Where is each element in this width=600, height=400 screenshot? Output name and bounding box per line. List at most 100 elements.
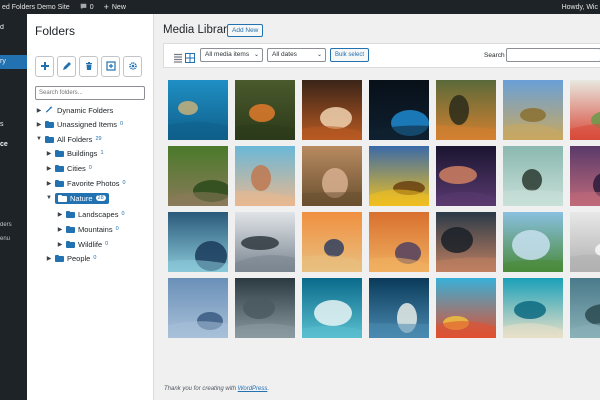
caret-right-icon[interactable]: ▶ — [46, 150, 52, 157]
folder-settings-button[interactable] — [123, 56, 142, 77]
folder-nature[interactable]: ▼ Nature 28 — [46, 192, 109, 204]
media-thumbnail-white-misc[interactable] — [570, 212, 600, 272]
media-toolbar: All media items ⌄ All dates ⌄ Bulk selec… — [163, 43, 600, 68]
new-content-link[interactable]: + New — [99, 1, 131, 12]
folder-icon — [55, 164, 64, 172]
media-thumbnail-hot-air-balloons[interactable] — [436, 278, 496, 338]
folder-toolbar — [35, 56, 142, 77]
wordpress-link[interactable]: WordPress — [238, 386, 268, 392]
caret-down-icon[interactable]: ▼ — [36, 136, 42, 142]
folder-dynamic-folders[interactable]: ▶ Dynamic Folders — [36, 104, 114, 116]
media-thumbnail-mountain-valley[interactable] — [503, 80, 563, 140]
media-thumbnail-sea-turtle[interactable] — [168, 80, 228, 140]
folder-cities[interactable]: ▶ Cities 0 — [46, 162, 92, 174]
folder-count: 0 — [105, 241, 109, 247]
media-thumbnail-elephant[interactable] — [302, 146, 362, 206]
plus-icon: + — [103, 1, 109, 12]
footer-text: Thank you for creating with WordPress. — [164, 386, 270, 392]
folder-search-input[interactable]: Search folders... — [35, 86, 145, 100]
media-thumbnail-orange-clouds[interactable] — [369, 212, 429, 272]
folder-icon — [55, 149, 64, 157]
media-thumbnail-aerial-coast[interactable] — [369, 278, 429, 338]
media-grid — [168, 80, 600, 342]
folder-buildings[interactable]: ▶ Buildings 1 — [46, 147, 104, 159]
folder-all-folders[interactable]: ▼ All Folders 29 — [36, 133, 102, 145]
media-thumbnail-snowy-peaks[interactable] — [235, 212, 295, 272]
folder-people[interactable]: ▶ People 0 — [46, 252, 97, 264]
folder-landscapes[interactable]: ▶ Landscapes 0 — [57, 208, 125, 220]
media-thumbnail-tulips[interactable] — [570, 80, 600, 140]
chevron-down-icon: ⌄ — [253, 52, 259, 58]
media-thumbnail-ocean-wave[interactable] — [302, 278, 362, 338]
bulk-select-button[interactable]: Bulk select — [330, 48, 370, 62]
folder-wildlife[interactable]: ▶ Wildlife 0 — [57, 238, 109, 250]
folder-count: 0 — [122, 180, 126, 186]
new-label: New — [111, 3, 126, 11]
media-thumbnail-kingfisher[interactable] — [235, 80, 295, 140]
caret-right-icon[interactable]: ▶ — [46, 180, 52, 187]
menu-item-appearance[interactable]: ce — [0, 141, 27, 148]
folder-mountains[interactable]: ▶ Mountains 0 — [57, 223, 119, 235]
new-folder-button[interactable] — [35, 56, 54, 77]
media-thumbnail-cactus-pattern[interactable] — [168, 212, 228, 272]
comment-icon — [80, 3, 87, 12]
media-thumbnail-owl[interactable] — [168, 146, 228, 206]
media-type-filter[interactable]: All media items ⌄ — [200, 48, 263, 62]
folder-icon — [58, 194, 67, 202]
media-thumbnail-bird-in-mist[interactable] — [503, 146, 563, 206]
caret-right-icon[interactable]: ▶ — [36, 121, 42, 128]
list-view-icon[interactable] — [173, 50, 183, 63]
media-thumbnail-lone-tree[interactable] — [503, 212, 563, 272]
pencil-icon — [62, 58, 72, 76]
menu-item-media[interactable]: ry — [0, 55, 27, 69]
comments-count: 0 — [89, 3, 94, 11]
caret-down-icon[interactable]: ▼ — [46, 195, 52, 201]
media-thumbnail-desert-dunes[interactable] — [235, 146, 295, 206]
media-thumbnail-sunset-purple[interactable] — [570, 146, 600, 206]
collapse-folders-button[interactable] — [101, 56, 120, 77]
rename-folder-button[interactable] — [57, 56, 76, 77]
caret-right-icon[interactable]: ▶ — [57, 241, 63, 248]
menu-item-plugins[interactable]: s — [0, 121, 27, 128]
folder-count: 29 — [95, 136, 102, 142]
folder-count: 0 — [88, 165, 92, 171]
folder-unassigned-items[interactable]: ▶ Unassigned Items 0 — [36, 118, 123, 130]
add-new-button[interactable]: Add New — [227, 24, 264, 37]
caret-right-icon[interactable]: ▶ — [36, 107, 42, 114]
caret-right-icon[interactable]: ▶ — [57, 226, 63, 233]
search-label: Search — [484, 52, 505, 59]
media-search-input[interactable] — [506, 48, 600, 62]
date-filter[interactable]: All dates ⌄ — [267, 48, 326, 62]
media-thumbnail-sunflower[interactable] — [369, 146, 429, 206]
delete-folder-button[interactable] — [79, 56, 98, 77]
media-thumbnail-misty-hills[interactable] — [168, 278, 228, 338]
folder-icon — [45, 120, 54, 128]
site-name-link[interactable]: ed Folders Demo Site — [0, 4, 75, 11]
caret-right-icon[interactable]: ▶ — [57, 211, 63, 218]
folder-favorite-photos[interactable]: ▶ Favorite Photos 0 — [46, 177, 126, 189]
media-thumbnail-beach-aerial[interactable] — [503, 278, 563, 338]
folder-icon — [55, 179, 64, 187]
media-thumbnail-texture-spines[interactable] — [235, 278, 295, 338]
caret-right-icon[interactable]: ▶ — [46, 165, 52, 172]
media-thumbnail-night-sky[interactable] — [436, 146, 496, 206]
media-thumbnail-tiger[interactable] — [436, 80, 496, 140]
menu-item-collapse-menu[interactable]: enu — [0, 236, 27, 242]
folder-nature-label[interactable]: Nature 28 — [55, 192, 109, 204]
gear-icon — [128, 58, 138, 76]
user-account-link[interactable]: Howdy, Wic — [562, 0, 600, 14]
grid-view-icon[interactable] — [185, 50, 195, 63]
caret-right-icon[interactable]: ▶ — [46, 255, 52, 262]
folder-count: 0 — [120, 121, 124, 127]
menu-item-dashboard[interactable]: d — [0, 24, 27, 31]
media-thumbnail-lake-mountains[interactable] — [436, 212, 496, 272]
comments-link[interactable]: 0 — [75, 3, 99, 12]
media-thumbnail-fox[interactable] — [302, 80, 362, 140]
media-thumbnail-forest-sunrise[interactable] — [302, 212, 362, 272]
media-thumbnail-lake-edge[interactable] — [570, 278, 600, 338]
menu-item-folders[interactable]: ders — [0, 222, 27, 228]
admin-menu: d ry s ce ders enu — [0, 14, 27, 400]
media-thumbnail-blue-snake[interactable] — [369, 80, 429, 140]
page-title: Media Library — [163, 24, 233, 36]
admin-bar: ed Folders Demo Site 0 + New Howdy, Wic — [0, 0, 600, 14]
